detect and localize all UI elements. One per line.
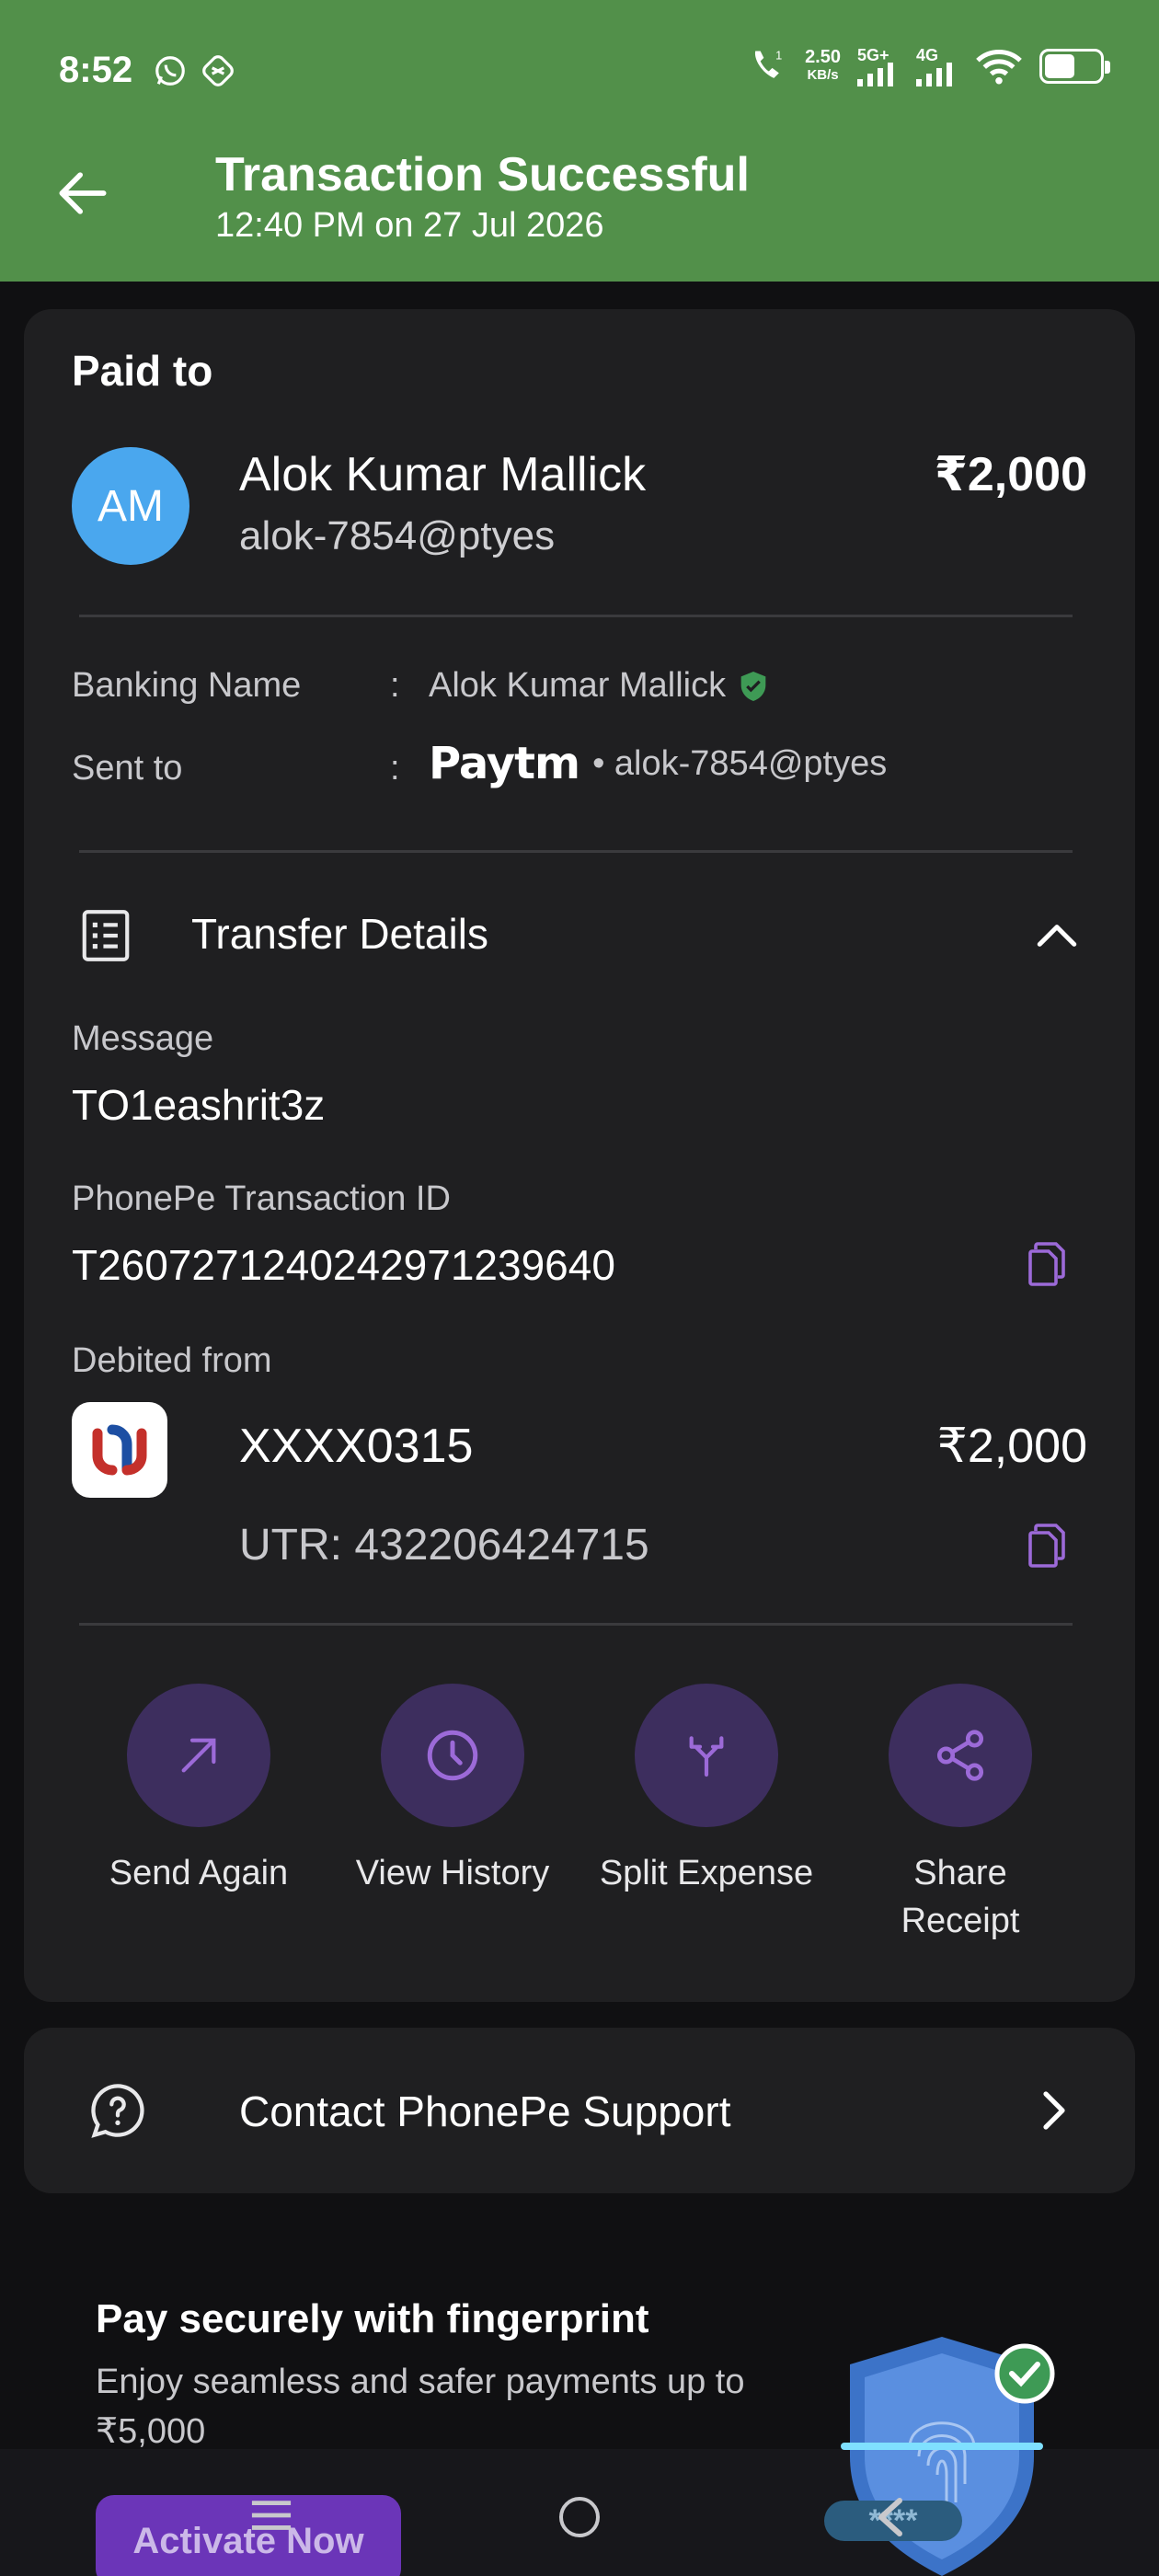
debited-amount: ₹2,000 [936, 1420, 1087, 1473]
nav-back-icon[interactable] [872, 2497, 909, 2537]
wifi-icon [976, 50, 1022, 85]
sync-icon [202, 55, 234, 86]
clock-icon [427, 1730, 478, 1781]
battery-icon [1039, 49, 1110, 84]
status-time: 8:52 [59, 50, 133, 90]
banking-name-label: Banking Name [72, 666, 302, 705]
action-row: Send Again View History Split Expense Sh… [72, 1684, 1087, 1945]
split-expense-button[interactable]: Split Expense [580, 1684, 833, 1945]
support-label: Contact PhonePe Support [239, 2087, 731, 2135]
paytm-logo: Paytm [429, 738, 580, 789]
chevron-right-icon [1043, 2091, 1065, 2130]
utr-number: UTR: 432206424715 [239, 1521, 649, 1570]
arrow-up-right-icon [181, 1738, 216, 1773]
receipt-list-icon [82, 910, 130, 961]
send-again-button[interactable]: Send Again [72, 1684, 326, 1945]
contact-support-row[interactable]: Contact PhonePe Support [24, 2028, 1135, 2193]
help-chat-icon [91, 2084, 144, 2138]
sent-to-label: Sent to [72, 749, 183, 788]
transaction-id-value: T2607271240242971239640 [72, 1241, 615, 1289]
divider [79, 615, 1073, 617]
promo-title: Pay securely with fingerprint [96, 2296, 649, 2341]
wifi-call-icon: 1 [754, 49, 782, 78]
payee-name: Alok Kumar Mallick [239, 448, 647, 501]
account-number: XXXX0315 [239, 1420, 474, 1473]
message-value: TO1eashrit3z [72, 1081, 326, 1129]
battery-level [1045, 54, 1074, 78]
message-label: Message [72, 1019, 214, 1058]
debited-from-label: Debited from [72, 1341, 272, 1380]
chevron-up-icon[interactable] [1034, 916, 1080, 953]
amount: ₹2,000 [934, 448, 1087, 501]
paid-to-label: Paid to [72, 347, 213, 395]
avatar: AM [72, 447, 189, 565]
promo-subtitle: Enjoy seamless and safer payments up to … [96, 2363, 745, 2451]
transaction-id-label: PhonePe Transaction ID [72, 1179, 451, 1218]
divider [79, 1623, 1073, 1626]
fingerprint-shield-icon: **** [824, 2337, 1055, 2576]
payee-upi-id: alok-7854@ptyes [239, 513, 556, 558]
transfer-details-toggle[interactable]: Transfer Details [191, 909, 488, 959]
transaction-card: Paid to AM Alok Kumar Mallick alok-7854@… [24, 309, 1135, 2002]
copy-icon[interactable] [1025, 1240, 1069, 1288]
status-bar: 8:52 1 2.50 KB/s 5G+ 4G [0, 0, 1159, 147]
divider [79, 850, 1073, 853]
verified-shield-icon [740, 671, 766, 701]
union-bank-logo [72, 1402, 167, 1498]
split-icon [689, 1736, 724, 1777]
transaction-datetime: 12:40 PM on 27 Jul 2026 [215, 206, 604, 245]
signal-5g-icon: 5G+ [857, 46, 900, 86]
sent-to-upi: • alok-7854@ptyes [592, 743, 888, 783]
back-arrow-icon[interactable] [52, 162, 114, 224]
menu-icon[interactable] [250, 2499, 293, 2532]
share-receipt-button[interactable]: Share Receipt [833, 1684, 1087, 1945]
whatsapp-icon [155, 56, 185, 86]
page-title: Transaction Successful [215, 148, 750, 201]
activate-now-button[interactable]: Activate Now [96, 2495, 401, 2576]
copy-icon[interactable] [1025, 1522, 1069, 1570]
header-bar: 8:52 1 2.50 KB/s 5G+ 4G Transaction Succ… [0, 0, 1159, 282]
svg-text:1: 1 [775, 49, 782, 63]
signal-4g-icon: 4G [916, 46, 958, 86]
view-history-button[interactable]: View History [326, 1684, 580, 1945]
banking-name-value: Alok Kumar Mallick [429, 666, 727, 705]
share-icon [936, 1730, 984, 1781]
home-button[interactable] [559, 2497, 600, 2537]
